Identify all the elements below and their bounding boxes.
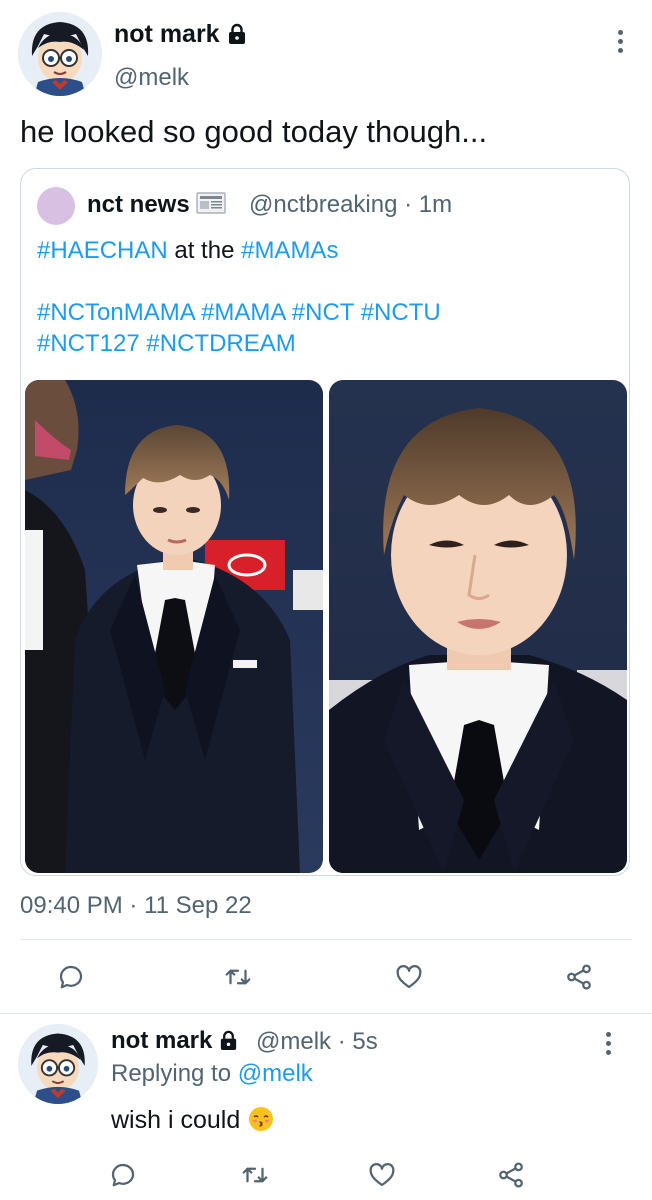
hashtag-link[interactable]: #NCTonMAMA [37,299,194,326]
share-icon[interactable] [494,1158,528,1192]
kissing-face-emoji [249,1107,274,1131]
hashtag-link[interactable]: #NCTDREAM [146,330,295,357]
main-avatar[interactable] [18,12,102,96]
reply-icon[interactable] [106,1158,140,1192]
divider [20,939,632,940]
hashtag-link[interactable]: #NCTU [361,299,441,326]
replying-to-handle-link[interactable]: @melk [238,1060,313,1087]
full-body-photo[interactable] [25,380,323,873]
hashtag-link[interactable]: #MAMAs [241,237,338,264]
more-options-icon[interactable] [608,26,632,56]
photo-grid [25,380,627,873]
more-options-icon[interactable] [596,1028,620,1058]
tweet-text: he looked so good today though... [20,114,488,149]
like-icon[interactable] [392,960,426,994]
replying-to: Replying to @melk [111,1060,313,1087]
close-up-photo[interactable] [329,380,627,873]
quoted-handle-time[interactable]: @nctbreaking · 1m [249,191,452,219]
hashtag-link[interactable]: #NCT127 [37,330,140,357]
retweet-icon[interactable] [238,1158,272,1192]
lock-icon [228,23,245,44]
reply-avatar[interactable] [18,1024,98,1104]
reply-text: wish i could [111,1106,274,1135]
quote-text-segment: at the [167,237,242,264]
author-handle[interactable]: @melk [114,64,189,92]
retweet-icon[interactable] [221,960,255,994]
quoted-tweet-text: #HAECHAN at the #MAMAs #NCTonMAMA #MAMA … [37,235,617,359]
quoted-avatar[interactable] [37,187,75,225]
author-name[interactable]: not mark [114,20,248,49]
lock-icon [221,1030,237,1051]
divider [0,1013,652,1014]
tweet-timestamp[interactable]: 09:40 PM · 11 Sep 22 [20,892,252,920]
hashtag-link[interactable]: #NCT [292,299,354,326]
like-icon[interactable] [365,1158,399,1192]
share-icon[interactable] [562,960,596,994]
hashtag-link[interactable]: #HAECHAN [37,237,168,264]
reply-author-name[interactable]: not mark [111,1027,239,1055]
newspaper-icon [196,192,226,214]
quoted-author-name[interactable]: nct news [87,191,226,219]
hashtag-link[interactable]: #MAMA [201,299,285,326]
quoted-tweet-card[interactable]: nct news @nctbreaking · 1m #HAECHAN at t… [20,168,630,876]
reply-handle-time[interactable]: @melk · 5s [256,1028,378,1056]
reply-icon[interactable] [54,960,88,994]
